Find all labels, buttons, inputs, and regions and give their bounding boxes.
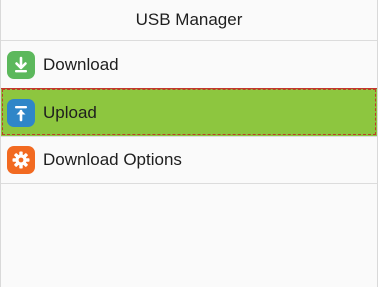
menu-item-label: Download (43, 54, 119, 74)
menu-item-label: Upload (43, 102, 97, 122)
menu-item-download-options[interactable]: Download Options (1, 136, 377, 184)
usb-menu: Download Upload Download Options (1, 40, 377, 184)
page-title: USB Manager (1, 0, 377, 40)
upload-icon (7, 98, 35, 127)
gear-icon (7, 146, 35, 174)
menu-item-label: Download Options (43, 150, 182, 169)
page-title-text: USB Manager (135, 10, 243, 29)
download-icon (7, 50, 35, 79)
menu-item-download[interactable]: Download (1, 40, 377, 88)
menu-item-upload[interactable]: Upload (1, 88, 377, 136)
usb-manager-screen: USB Manager Download Upload Download Opt… (0, 0, 378, 287)
